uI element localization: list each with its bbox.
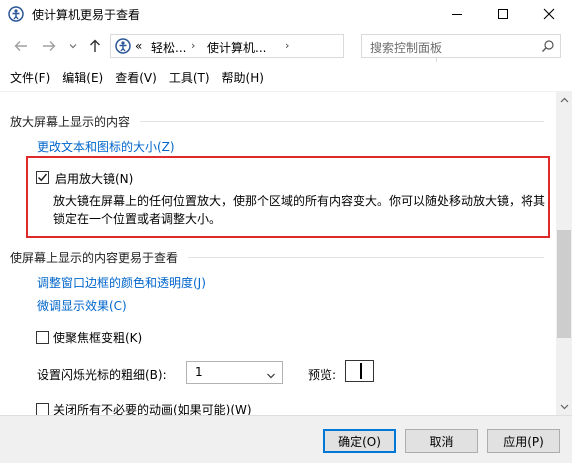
address-overflow[interactable]: «: [135, 39, 142, 53]
magnifier-checkbox[interactable]: [36, 171, 49, 184]
magnifier-label[interactable]: 启用放大镜(N): [55, 170, 133, 187]
menu-tools[interactable]: 工具(T): [163, 68, 216, 88]
control-panel-icon: [8, 6, 24, 22]
recent-locations-button[interactable]: [64, 37, 82, 55]
arrow-left-icon: [14, 41, 27, 51]
chevron-down-icon: [266, 369, 276, 383]
disable-animations-label[interactable]: 关闭所有不必要的动画(如果可能)(W): [53, 401, 252, 415]
scroll-up-button[interactable]: [556, 92, 572, 108]
title-bar: 使计算机更易于查看: [0, 0, 572, 28]
section-divider: [140, 121, 544, 122]
arrow-right-icon: [43, 41, 56, 51]
minimize-icon: [452, 14, 462, 15]
minimize-button[interactable]: [434, 0, 480, 28]
address-bar[interactable]: « 轻松... › 使计算机... ›: [110, 34, 451, 62]
cursor-thickness-value: 1: [195, 365, 203, 379]
maximize-icon: [498, 9, 508, 19]
focus-rectangle-label[interactable]: 使聚焦框变粗(K): [53, 329, 142, 346]
maximize-button[interactable]: [480, 0, 526, 28]
back-button[interactable]: [12, 37, 30, 55]
content-pane: 放大屏幕上显示的内容 更改文本和图标的大小(Z) 启用放大镜(N) 放大镜在屏幕…: [0, 92, 556, 415]
breadcrumb-separator-icon[interactable]: ›: [191, 39, 195, 52]
section-divider: [188, 257, 544, 258]
link-window-border-color[interactable]: 调整窗口边框的颜色和透明度(J): [37, 274, 206, 291]
breadcrumb-separator-icon[interactable]: ›: [285, 39, 289, 52]
scroll-down-button[interactable]: [556, 399, 572, 415]
cancel-button[interactable]: 取消: [405, 429, 478, 453]
close-button[interactable]: [526, 0, 572, 28]
apply-button[interactable]: 应用(P): [487, 429, 560, 453]
disable-animations-checkbox[interactable]: [36, 403, 49, 415]
section-title-magnify: 放大屏幕上显示的内容: [10, 115, 131, 129]
preview-label: 预览:: [308, 368, 337, 382]
breadcrumb-make-easier-to-see[interactable]: 使计算机...: [207, 39, 266, 56]
section-title-easier-to-see: 使屏幕上显示的内容更易于查看: [10, 251, 179, 265]
cursor-preview-bar: [360, 363, 362, 379]
window-title: 使计算机更易于查看: [32, 7, 141, 22]
link-change-text-size[interactable]: 更改文本和图标的大小(Z): [37, 138, 175, 155]
control-panel-icon: [115, 38, 131, 57]
search-placeholder: 搜索控制面板: [370, 41, 443, 55]
search-control-panel-input[interactable]: 搜索控制面板: [361, 34, 561, 58]
chevron-up-icon: [560, 97, 568, 103]
link-fine-tune-display[interactable]: 微调显示效果(C): [37, 297, 127, 314]
dialog-footer: 确定(O) 取消 应用(P): [0, 415, 572, 463]
search-icon[interactable]: [541, 39, 555, 56]
ok-button[interactable]: 确定(O): [323, 429, 396, 453]
cursor-thickness-label: 设置闪烁光标的粗细(B):: [37, 368, 167, 382]
magnifier-description: 放大镜在屏幕上的任何位置放大，使那个区域的所有内容变大。你可以随处移动放大镜，将…: [53, 194, 546, 226]
focus-rectangle-checkbox[interactable]: [36, 331, 49, 344]
checkmark-icon: [38, 173, 48, 182]
menu-file[interactable]: 文件(F): [0, 68, 56, 88]
forward-button[interactable]: [40, 37, 58, 55]
menu-help[interactable]: 帮助(H): [216, 68, 270, 88]
cursor-preview: [345, 360, 374, 382]
up-button[interactable]: [86, 37, 104, 55]
menu-bar: 文件(F) 编辑(E) 查看(V) 工具(T) 帮助(H): [0, 68, 572, 88]
menu-edit[interactable]: 编辑(E): [56, 68, 109, 88]
close-icon: [543, 8, 555, 20]
scroll-thumb[interactable]: [557, 230, 571, 338]
vertical-scrollbar[interactable]: [556, 92, 572, 415]
menu-view[interactable]: 查看(V): [109, 68, 163, 88]
chevron-down-icon: [69, 44, 77, 49]
cursor-thickness-select[interactable]: 1: [186, 361, 283, 384]
arrow-up-icon: [90, 39, 100, 52]
chevron-down-icon: [560, 404, 568, 410]
breadcrumb-ease-of-access[interactable]: 轻松...: [151, 39, 186, 56]
